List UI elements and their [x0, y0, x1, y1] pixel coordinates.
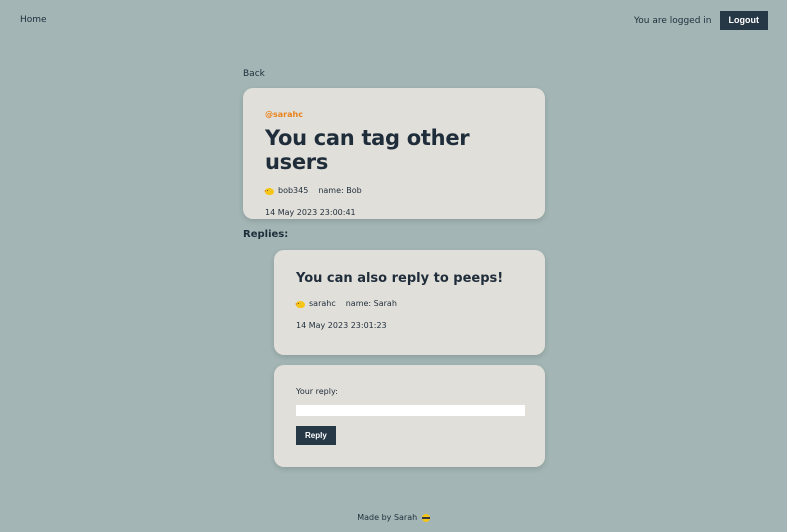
replies-heading: Replies:	[243, 229, 289, 240]
footer-text: Made by Sarah	[357, 513, 418, 522]
post-meta: bob345 name: Bob	[264, 186, 523, 195]
reply-title: You can also reply to peeps!	[296, 271, 504, 286]
reply-form-card: Your reply: Reply	[274, 365, 545, 467]
reply-meta: sarahc name: Sarah	[295, 299, 523, 308]
reply-card: You can also reply to peeps! sarahc name…	[274, 250, 545, 355]
post-name: name: Bob	[318, 186, 362, 195]
logout-button[interactable]: Logout	[719, 11, 768, 30]
reply-user[interactable]: sarahc	[295, 299, 336, 308]
home-link[interactable]: Home	[20, 15, 47, 25]
back-link[interactable]: Back	[243, 69, 265, 79]
face-with-sunglasses-icon	[421, 513, 430, 522]
chick-icon	[295, 300, 306, 308]
footer: Made by Sarah	[0, 513, 787, 522]
reply-name: name: Sarah	[345, 299, 397, 308]
chick-icon	[264, 187, 275, 195]
post-author-tag[interactable]: @sarahc	[265, 110, 523, 119]
nav-right: You are logged in Logout	[634, 11, 768, 30]
reply-submit-button[interactable]: Reply	[296, 426, 336, 445]
main-post-card: @sarahc You can tag other users bob345 n…	[243, 88, 545, 219]
post-username: bob345	[278, 186, 309, 195]
post-timestamp: 14 May 2023 23:00:41	[265, 208, 356, 217]
post-title: You can tag other users	[265, 126, 470, 174]
reply-timestamp: 14 May 2023 23:01:23	[296, 321, 387, 330]
reply-input[interactable]	[296, 405, 525, 416]
reply-input-label: Your reply:	[296, 387, 338, 396]
logged-in-status: You are logged in	[633, 15, 712, 26]
post-user[interactable]: bob345	[264, 186, 309, 195]
reply-username: sarahc	[309, 299, 336, 308]
